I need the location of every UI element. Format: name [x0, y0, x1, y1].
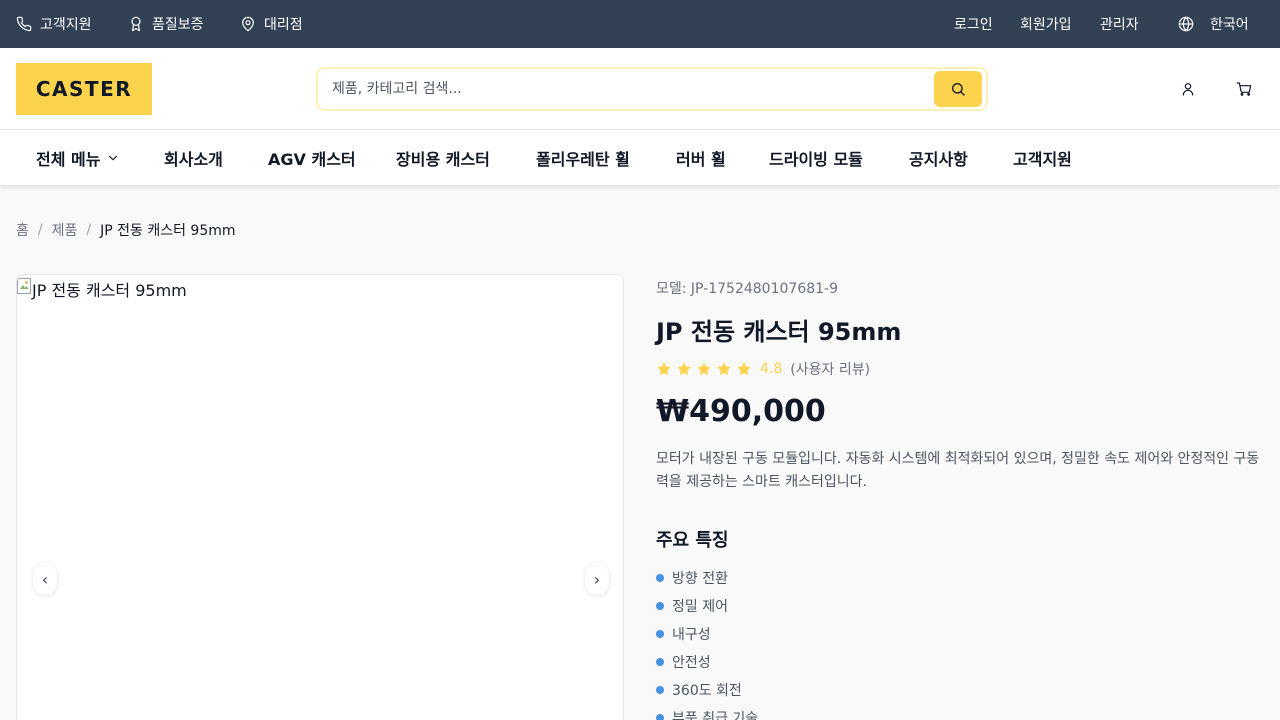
- star-icon: [697, 362, 711, 376]
- rating-note: (사용자 리뷰): [790, 362, 871, 378]
- admin-link[interactable]: 관리자: [1100, 0, 1139, 48]
- feature-item: 360도 회전: [656, 676, 758, 704]
- breadcrumb-separator: /: [37, 222, 43, 238]
- dealer-label: 대리점: [264, 17, 303, 33]
- features-title: 주요 특징: [656, 530, 729, 551]
- support-label: 고객지원: [40, 17, 92, 33]
- product-title: JP 전동 캐스터 95mm: [656, 318, 902, 346]
- map-pin-icon: [242, 16, 254, 32]
- star-icon: [717, 362, 731, 376]
- quality-link[interactable]: 품질보증: [128, 0, 204, 48]
- login-link[interactable]: 로그인: [954, 0, 993, 48]
- chevron-right-icon: ›: [593, 569, 601, 589]
- bullet-icon: [656, 714, 664, 720]
- cart-icon: [1236, 82, 1252, 96]
- rating-stars: [656, 361, 752, 377]
- signup-label: 회원가입: [1020, 17, 1072, 33]
- nav-item-rubber-wheel[interactable]: 러버 휠: [676, 130, 726, 186]
- bullet-icon: [656, 574, 664, 582]
- nav-item-driving-module[interactable]: 드라이빙 모듈: [769, 130, 863, 186]
- feature-label: 방향 전환: [672, 571, 728, 587]
- signup-link[interactable]: 회원가입: [1020, 0, 1072, 48]
- search-button[interactable]: [934, 71, 982, 107]
- nav-item-company[interactable]: 회사소개: [164, 130, 223, 186]
- bullet-icon: [656, 658, 664, 666]
- chevron-down-icon: [109, 155, 118, 161]
- award-icon: [131, 16, 141, 32]
- features-list: 방향 전환 정밀 제어 내구성 안전성 360도 회전 부품 취급 기술: [656, 564, 758, 720]
- rating-value: 4.8: [760, 361, 783, 377]
- prev-image-button[interactable]: ‹: [33, 563, 57, 595]
- phone-icon: [16, 16, 32, 32]
- feature-label: 360도 회전: [672, 683, 742, 699]
- cart-button[interactable]: [1234, 79, 1254, 99]
- nav-item-polyurethane-wheel[interactable]: 폴리우레탄 휠: [536, 130, 630, 186]
- language-label: 한국어: [1210, 17, 1249, 33]
- nav-item-agv-caster[interactable]: AGV 캐스터: [268, 130, 356, 186]
- product-rating: 4.8 (사용자 리뷰): [656, 359, 870, 379]
- login-label: 로그인: [954, 17, 993, 33]
- nav-item-support[interactable]: 고객지원: [1013, 130, 1072, 186]
- star-icon: [657, 362, 671, 376]
- all-menu-label: 전체 메뉴: [36, 150, 101, 169]
- feature-item: 내구성: [656, 620, 758, 648]
- chevron-left-icon: ‹: [41, 569, 49, 589]
- nav-item-equipment-caster[interactable]: 장비용 캐스터: [396, 130, 490, 186]
- top-bar: 고객지원 품질보증 대리점 로그인 회원가입 관리자 한국어: [0, 0, 1280, 48]
- quality-label: 품질보증: [152, 17, 204, 33]
- feature-label: 내구성: [672, 627, 711, 643]
- feature-label: 부품 취급 기술: [672, 711, 759, 720]
- dealer-link[interactable]: 대리점: [240, 0, 303, 48]
- bullet-icon: [656, 602, 664, 610]
- user-icon: [1182, 83, 1194, 96]
- bullet-icon: [656, 630, 664, 638]
- breadcrumb-products[interactable]: 제품: [52, 220, 78, 240]
- product-model: 모델: JP-1752480107681-9: [656, 281, 838, 297]
- star-icon: [737, 362, 751, 376]
- search-icon: [952, 83, 965, 96]
- product-image-gallery: JP 전동 캐스터 95mm ‹ ›: [16, 274, 624, 720]
- account-button[interactable]: [1178, 79, 1198, 99]
- feature-label: 안전성: [672, 655, 711, 671]
- product-image-alt: JP 전동 캐스터 95mm: [32, 281, 187, 300]
- main-nav: 전체 메뉴 회사소개 AGV 캐스터 장비용 캐스터 폴리우레탄 휠 러버 휠 …: [0, 130, 1280, 186]
- bullet-icon: [656, 686, 664, 694]
- product-image: JP 전동 캐스터 95mm: [17, 277, 187, 301]
- star-icon: [677, 362, 691, 376]
- feature-item: 정밀 제어: [656, 592, 758, 620]
- language-selector[interactable]: 한국어: [1178, 0, 1249, 48]
- product-price: ₩490,000: [656, 394, 826, 429]
- feature-item: 방향 전환: [656, 564, 758, 592]
- product-description: 모터가 내장된 구동 모듈입니다. 자동화 시스템에 최적화되어 있으며, 정밀…: [656, 451, 1260, 490]
- support-link[interactable]: 고객지원: [16, 0, 92, 48]
- search-bar: [316, 67, 988, 111]
- next-image-button[interactable]: ›: [585, 563, 609, 595]
- feature-item: 부품 취급 기술: [656, 704, 758, 720]
- breadcrumb-separator: /: [86, 222, 92, 238]
- site-header: CASTER: [0, 48, 1280, 130]
- globe-icon: [1178, 16, 1194, 32]
- logo[interactable]: CASTER: [16, 63, 152, 115]
- breadcrumb-home[interactable]: 홈: [16, 220, 29, 240]
- broken-image-icon: [17, 278, 31, 294]
- nav-item-notices[interactable]: 공지사항: [909, 130, 968, 186]
- search-input[interactable]: [332, 69, 932, 109]
- feature-label: 정밀 제어: [672, 599, 728, 615]
- breadcrumb: 홈 / 제품 / JP 전동 캐스터 95mm: [16, 220, 236, 240]
- feature-item: 안전성: [656, 648, 758, 676]
- admin-label: 관리자: [1100, 17, 1139, 33]
- breadcrumb-current: JP 전동 캐스터 95mm: [100, 223, 236, 239]
- all-menu-button[interactable]: 전체 메뉴: [36, 130, 120, 186]
